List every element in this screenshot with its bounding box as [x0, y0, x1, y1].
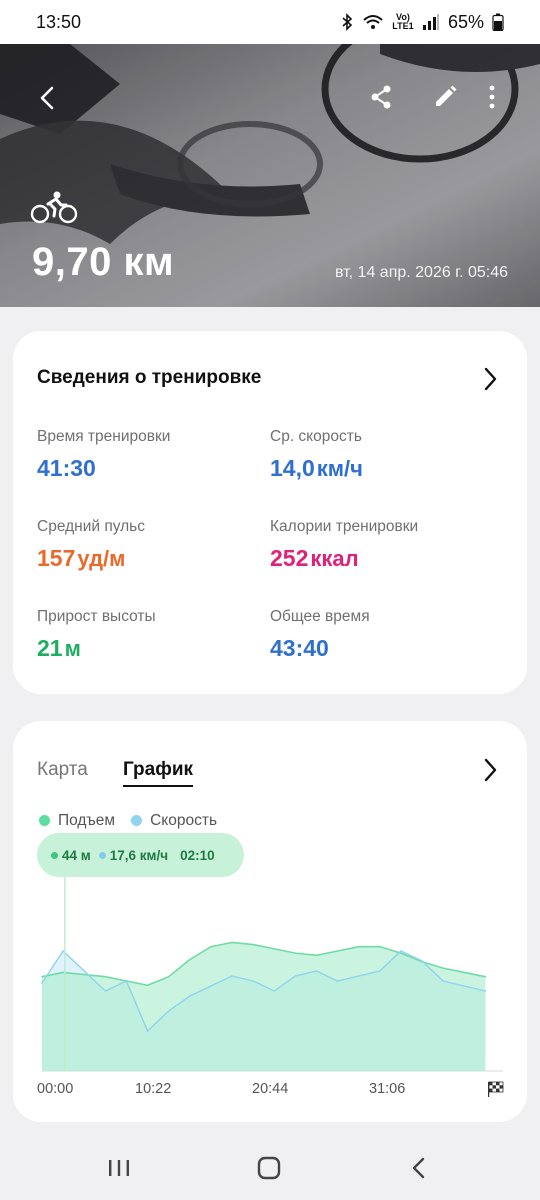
- tooltip-time: 02:10: [180, 847, 215, 863]
- speed-point: [188, 995, 191, 997]
- elevation-point: [41, 975, 43, 978]
- elevation-point: [336, 950, 339, 952]
- elevation-point: [400, 952, 402, 954]
- bluetooth-icon: [342, 13, 353, 31]
- speed-point: [442, 980, 444, 982]
- speed-point: [83, 970, 86, 972]
- metric-label: Ср. скорость: [270, 428, 362, 445]
- elevation-point: [231, 941, 233, 944]
- metric-label: Время тренировки: [37, 428, 171, 445]
- x-tick-label: 00:00: [37, 1081, 74, 1097]
- speed-point: [294, 975, 297, 977]
- elevation-point: [146, 984, 149, 987]
- battery-icon: [492, 13, 504, 31]
- metric-total-time: Общее время 43:40: [270, 608, 490, 662]
- cycling-icon: [30, 191, 78, 224]
- speed-point: [62, 950, 64, 952]
- speed-point: [400, 950, 402, 952]
- status-icons: Vo) LTE1 65%: [340, 12, 504, 33]
- signal-icon: [422, 14, 439, 30]
- x-tick-label: 10:22: [135, 1081, 172, 1097]
- speed-point: [231, 975, 233, 977]
- x-tick-label: 20:44: [252, 1081, 289, 1097]
- wifi-icon: [363, 15, 383, 29]
- speed-point: [125, 980, 128, 982]
- recents-icon[interactable]: [104, 1156, 134, 1180]
- elevation-point: [188, 958, 191, 961]
- network-label: Vo) LTE1: [392, 12, 414, 31]
- workout-distance: 9,70 км: [32, 240, 175, 284]
- metric-label: Общее время: [270, 608, 370, 625]
- back-icon[interactable]: [404, 1156, 434, 1180]
- speed-point: [484, 990, 487, 992]
- system-nav-bar: [0, 1134, 540, 1200]
- speed-point: [463, 985, 466, 987]
- status-bar: 13:50 Vo) LTE1 65%: [0, 0, 540, 44]
- speed-point: [379, 970, 381, 972]
- elevation-point: [294, 952, 297, 954]
- speed-point: [421, 960, 423, 962]
- speed-point: [146, 1030, 149, 1032]
- elevation-point: [379, 945, 381, 948]
- back-button[interactable]: [30, 80, 66, 116]
- speed-point: [41, 982, 43, 984]
- metric-value: 21м: [37, 635, 81, 661]
- tooltip-speed: 17,6 км/ч: [98, 848, 168, 863]
- workout-chart-card: Карта График Подъем Скорость 44 м 17,6 к…: [13, 721, 527, 1122]
- metric-label: Калории тренировки: [270, 518, 419, 535]
- x-tick-label: 31:06: [369, 1081, 406, 1097]
- metric-avg-speed: Ср. скорость 14,0км/ч: [270, 428, 490, 482]
- elevation-point: [62, 971, 64, 974]
- speed-point: [252, 980, 254, 982]
- battery-percent: 65%: [447, 11, 484, 32]
- elevation-area: [42, 942, 486, 1071]
- summary-title: Сведения о тренировке: [37, 367, 262, 388]
- elevation-speed-chart[interactable]: [13, 721, 527, 1122]
- speed-point: [167, 1010, 170, 1012]
- elevation-point: [442, 967, 444, 969]
- workout-hero: 9,70 км вт, 14 апр. 2026 г. 05:46: [0, 44, 540, 307]
- workout-summary-card[interactable]: Сведения о тренировке Время тренировки 4…: [13, 331, 527, 694]
- speed-point: [104, 990, 107, 992]
- elevation-point: [210, 945, 212, 948]
- elevation-point: [167, 975, 170, 978]
- edit-icon[interactable]: [430, 82, 460, 112]
- metric-calories: Калории тренировки 252ккал: [270, 518, 490, 572]
- elevation-point: [484, 975, 487, 978]
- metric-value: 14,0км/ч: [270, 455, 363, 481]
- metric-avg-heart-rate: Средний пульс 157уд/м: [37, 518, 257, 572]
- elevation-point: [315, 954, 318, 957]
- chart-tooltip: 44 м 17,6 км/ч 02:10: [37, 833, 244, 877]
- elevation-point: [83, 973, 86, 976]
- finish-flag-icon: [488, 1081, 504, 1097]
- elevation-point: [104, 975, 107, 978]
- tooltip-elevation: 44 м: [51, 848, 91, 863]
- elevation-point: [252, 943, 254, 946]
- metric-elevation-gain: Прирост высоты 21м: [37, 608, 257, 662]
- elevation-point: [463, 971, 466, 974]
- status-time: 13:50: [36, 11, 82, 32]
- elevation-point: [273, 948, 276, 950]
- metric-value: 41:30: [37, 455, 96, 481]
- metric-value: 252ккал: [270, 545, 359, 571]
- metric-value: 43:40: [270, 635, 329, 661]
- metric-label: Прирост высоты: [37, 608, 156, 625]
- workout-datetime: вт, 14 апр. 2026 г. 05:46: [334, 264, 508, 281]
- more-options-icon[interactable]: [482, 82, 502, 112]
- share-icon[interactable]: [366, 82, 396, 112]
- metric-label: Средний пульс: [37, 518, 145, 535]
- speed-point: [336, 980, 339, 982]
- elevation-point: [357, 945, 360, 948]
- chevron-right-icon[interactable]: [479, 364, 501, 394]
- speed-point: [315, 970, 318, 972]
- home-icon[interactable]: [254, 1156, 284, 1180]
- speed-point: [357, 975, 360, 977]
- metric-workout-time: Время тренировки 41:30: [37, 428, 257, 482]
- speed-point: [210, 985, 212, 987]
- speed-point: [273, 990, 276, 992]
- metric-value: 157уд/м: [37, 545, 126, 571]
